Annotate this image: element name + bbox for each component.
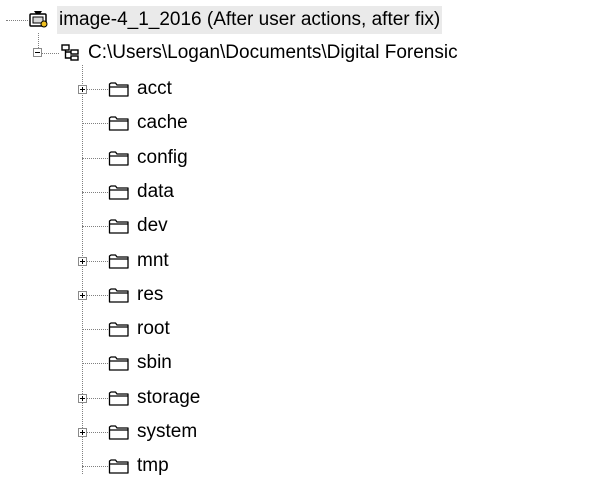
tree-connector — [42, 53, 59, 54]
folder-item-dev[interactable]: dev — [108, 212, 168, 240]
folder-item-sbin[interactable]: sbin — [108, 349, 172, 377]
tree-partition-node[interactable]: C:\Users\Logan\Documents\Digital Forensi… — [59, 39, 458, 67]
tree-root-label: image-4_1_2016 (After user actions, afte… — [57, 6, 443, 34]
folder-label: system — [137, 421, 198, 442]
folder-item-tmp[interactable]: tmp — [108, 452, 169, 480]
folder-item-acct[interactable]: acct — [108, 75, 172, 103]
folder-icon — [108, 80, 130, 98]
tree-connector — [82, 466, 108, 467]
folder-label: mnt — [137, 250, 169, 271]
folder-label: storage — [137, 387, 201, 408]
expand-toggle[interactable] — [78, 394, 87, 403]
folder-icon — [108, 217, 130, 235]
folder-item-mnt[interactable]: mnt — [108, 247, 169, 275]
expand-toggle[interactable] — [78, 85, 87, 94]
folder-item-config[interactable]: config — [108, 144, 188, 172]
folder-item-data[interactable]: data — [108, 178, 174, 206]
tree-connector — [38, 33, 39, 48]
folder-icon — [108, 320, 130, 338]
folder-icon — [108, 183, 130, 201]
tree-connector — [82, 65, 83, 474]
folder-label: dev — [137, 215, 168, 236]
tree-connector — [82, 123, 108, 124]
folder-label: sbin — [137, 352, 172, 373]
tree-partition-label: C:\Users\Logan\Documents\Digital Forensi… — [88, 42, 458, 63]
folder-icon — [108, 114, 130, 132]
tree-connector — [82, 158, 108, 159]
folder-label: config — [137, 147, 188, 168]
expand-toggle[interactable] — [78, 428, 87, 437]
folder-icon — [108, 286, 130, 304]
folder-item-res[interactable]: res — [108, 281, 163, 309]
folder-icon — [108, 252, 130, 270]
tree-connector — [6, 20, 28, 21]
folder-label: acct — [137, 78, 172, 99]
evidence-image-icon — [28, 11, 50, 29]
collapse-toggle[interactable] — [33, 48, 42, 57]
folder-icon — [108, 149, 130, 167]
folder-item-system[interactable]: system — [108, 418, 197, 446]
folder-icon — [108, 389, 130, 407]
expand-toggle[interactable] — [78, 257, 87, 266]
folder-icon — [108, 354, 130, 372]
folder-label: data — [137, 181, 174, 202]
folder-item-cache[interactable]: cache — [108, 109, 188, 137]
tree-connector — [82, 363, 108, 364]
folder-label: cache — [137, 112, 188, 133]
directory-tree: image-4_1_2016 (After user actions, afte… — [0, 0, 612, 485]
folder-icon — [108, 423, 130, 441]
folder-item-root[interactable]: root — [108, 315, 170, 343]
tree-connector — [82, 329, 108, 330]
folder-item-storage[interactable]: storage — [108, 384, 200, 412]
tree-root-node[interactable]: image-4_1_2016 (After user actions, afte… — [28, 6, 443, 34]
expand-toggle[interactable] — [78, 291, 87, 300]
folder-icon — [108, 457, 130, 475]
tree-connector — [82, 192, 108, 193]
tree-connector — [82, 226, 108, 227]
folder-label: res — [137, 284, 164, 305]
folder-label: tmp — [137, 455, 169, 476]
folder-label: root — [137, 318, 170, 339]
file-system-icon — [59, 44, 81, 62]
